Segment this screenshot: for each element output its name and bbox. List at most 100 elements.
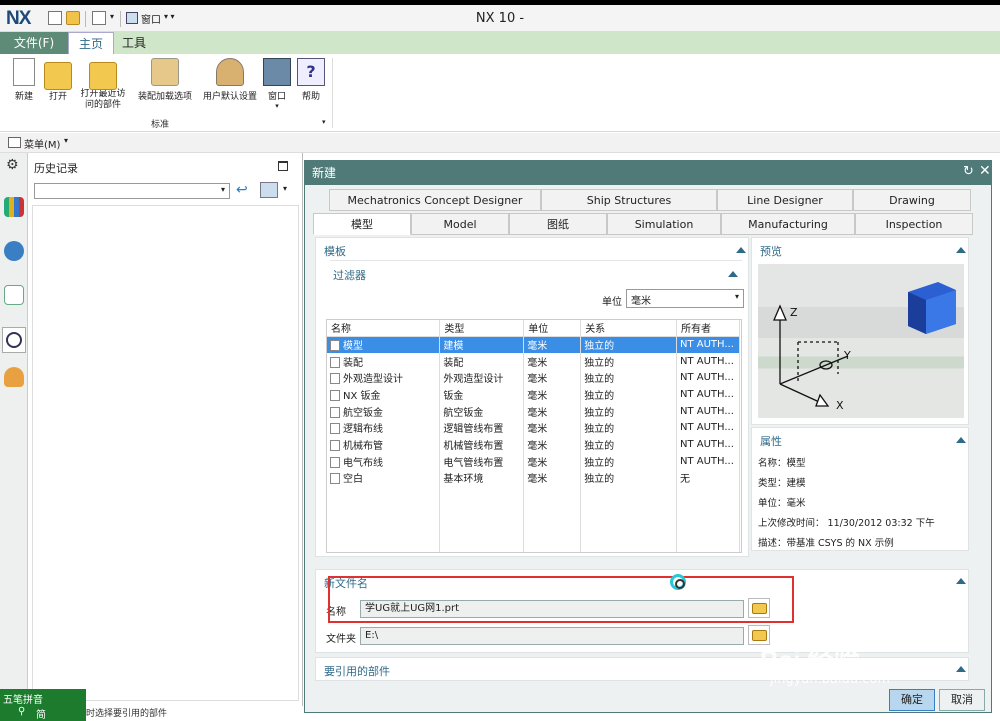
cell-text: 外观造型设计 [443,374,504,386]
table-row[interactable]: 模型 建模 毫米 独立的 NT AUTH... [327,336,741,353]
chevron-down-icon[interactable]: ▾ [283,184,287,193]
ime-toolbar[interactable]: 五笔拼音 ⚲ 简 [0,689,86,721]
collapse-icon[interactable] [956,666,966,672]
window-icon [263,58,291,86]
cell-text: 毫米 [527,424,548,436]
back-icon[interactable]: ↩ [236,183,252,197]
assembly-navigator-icon[interactable] [4,197,24,217]
chevron-down-icon: ▾ [275,102,279,110]
table-cell: 机械管线布置 [439,436,525,453]
column-header[interactable]: 单位 [523,320,582,337]
ribbon-assembly-load-button[interactable]: 装配加载选项 [134,58,196,102]
ime-mode-label[interactable]: 五笔拼音 [3,691,43,706]
table-cell: 独立的 [580,352,677,370]
menu-button[interactable]: 菜单(M) [24,136,60,151]
table-cell [580,502,677,520]
unit-select[interactable]: 毫米 ▾ [626,289,744,308]
table-row[interactable]: 外观造型设计 外观造型设计 毫米 独立的 NT AUTH... [327,369,741,387]
tab-home[interactable]: 主页 [68,32,114,54]
part-navigator-icon[interactable] [4,285,24,305]
collapse-icon[interactable] [956,247,966,253]
table-row[interactable]: NX 钣金 钣金 毫米 独立的 NT AUTH... [327,386,741,403]
table-row[interactable]: 电气布线 电气管线布置 毫米 独立的 NT AUTH... [327,452,741,470]
tab-mechatronics[interactable]: Mechatronics Concept Designer [329,189,541,211]
table-cell: 外观造型设计 [327,369,441,387]
tab-drawing[interactable]: Drawing [853,189,971,211]
folder-input[interactable]: E:\ [360,627,744,645]
template-section-title: 模板 [324,245,346,258]
search-icon[interactable]: ⚲ [18,706,25,717]
history-filter-select[interactable]: ▾ [34,183,230,199]
history-list[interactable] [32,205,299,701]
tab-inspection[interactable]: Inspection [855,213,973,235]
table-row[interactable]: 逻辑布线 逻辑管线布置 毫米 独立的 NT AUTH... [327,419,741,437]
cell-text: 独立的 [584,424,615,436]
cell-text: 空白 [343,474,363,486]
info-icon[interactable] [4,241,24,261]
column-header[interactable]: 关系 [580,320,677,337]
chevron-down-icon[interactable]: ▾ [64,136,68,145]
image-icon[interactable] [260,182,278,198]
table-row[interactable]: 空白 基本环境 毫米 独立的 无 [327,469,741,487]
table-cell: 电气布线 [327,452,441,470]
history-tab[interactable] [2,327,26,353]
tab-model[interactable]: Model [411,213,509,235]
collapse-icon[interactable] [956,437,966,443]
cancel-button[interactable]: 取消 [939,689,985,711]
tab-ship-structures[interactable]: Ship Structures [541,189,717,211]
roles-icon[interactable] [4,367,24,387]
column-header[interactable]: 所有者 [676,320,741,337]
table-row[interactable]: 装配 装配 毫米 独立的 NT AUTH... [327,352,741,370]
table-row[interactable]: 机械布管 机械管线布置 毫米 独立的 NT AUTH... [327,436,741,453]
table-row[interactable]: 航空钣金 航空钣金 毫米 独立的 NT AUTH... [327,402,741,420]
collapse-icon[interactable] [956,578,966,584]
quick-save-icon[interactable] [92,11,106,25]
column-header[interactable]: 类型 [439,320,525,337]
cell-text: 独立的 [584,341,615,353]
ime-simplified[interactable]: 简 [36,706,46,721]
column-header[interactable]: 名称 [327,320,441,337]
tab-line-designer[interactable]: Line Designer [717,189,853,211]
ribbon-recent-button[interactable]: 打开最近访问的部件 [76,58,130,111]
table-cell: 毫米 [523,436,582,453]
tab-manufacturing[interactable]: Manufacturing [721,213,855,235]
quick-separator [85,11,86,27]
table-cell: 逻辑布线 [327,419,441,437]
ribbon-open-button[interactable]: 打开 [42,58,74,102]
template-table-grid: 名称 类型 单位 关系 所有者 模型 建模 毫米 独立的 NT AUTH... 装配 装配毫… [327,320,741,552]
close-icon[interactable]: ✕ [979,163,991,179]
chevron-down-icon[interactable]: ▾ ▾ [164,12,175,21]
cell-text: 逻辑布线 [343,424,383,436]
ribbon-window-button[interactable]: 窗口 ▾ [262,58,292,110]
group-expand-icon[interactable]: ▾ [322,118,326,126]
tab-file[interactable]: 文件(F) [0,32,68,54]
reset-icon[interactable]: ↻ [963,164,974,179]
table-cell: NT AUTH... [676,336,741,353]
window-menu[interactable]: 窗口 [141,11,161,26]
ribbon-new-button[interactable]: 新建 [8,58,40,102]
ribbon-user-defaults-button[interactable]: 用户默认设置 [200,58,260,102]
template-table[interactable]: 名称 类型 单位 关系 所有者 模型 建模 毫米 独立的 NT AUTH... 装配 装配毫… [326,319,742,553]
cell-text: 独立的 [584,407,615,419]
quick-new-icon[interactable] [48,11,62,25]
maximize-icon[interactable] [278,161,288,171]
quick-dropdown-icon[interactable]: ▾ [110,12,114,21]
quick-open-icon[interactable] [66,11,80,25]
ok-button[interactable]: 确定 [889,689,935,711]
tab-simulation[interactable]: Simulation [607,213,721,235]
gear-icon[interactable]: ⚙ [6,157,19,173]
ribbon-help-button[interactable]: ? 帮助 [296,58,326,102]
properties-section-title: 属性 [760,435,782,448]
tab-tools[interactable]: 工具 [114,32,154,54]
tab-model-cn[interactable]: 模型 [313,213,411,235]
table-cell [327,502,441,520]
collapse-icon[interactable] [728,271,738,277]
table-cell [327,519,441,537]
properties-list: 名称：模型 类型：建模 单位：毫米 上次修改时间： 11/30/2012 03:… [758,454,935,554]
preview-image: Z Y X [758,264,964,418]
template-file-icon [330,423,340,435]
tab-drawing-cn[interactable]: 图纸 [509,213,607,235]
svg-text:Y: Y [843,349,851,362]
cell-text: 基本环境 [443,474,484,486]
collapse-icon[interactable] [736,247,746,253]
